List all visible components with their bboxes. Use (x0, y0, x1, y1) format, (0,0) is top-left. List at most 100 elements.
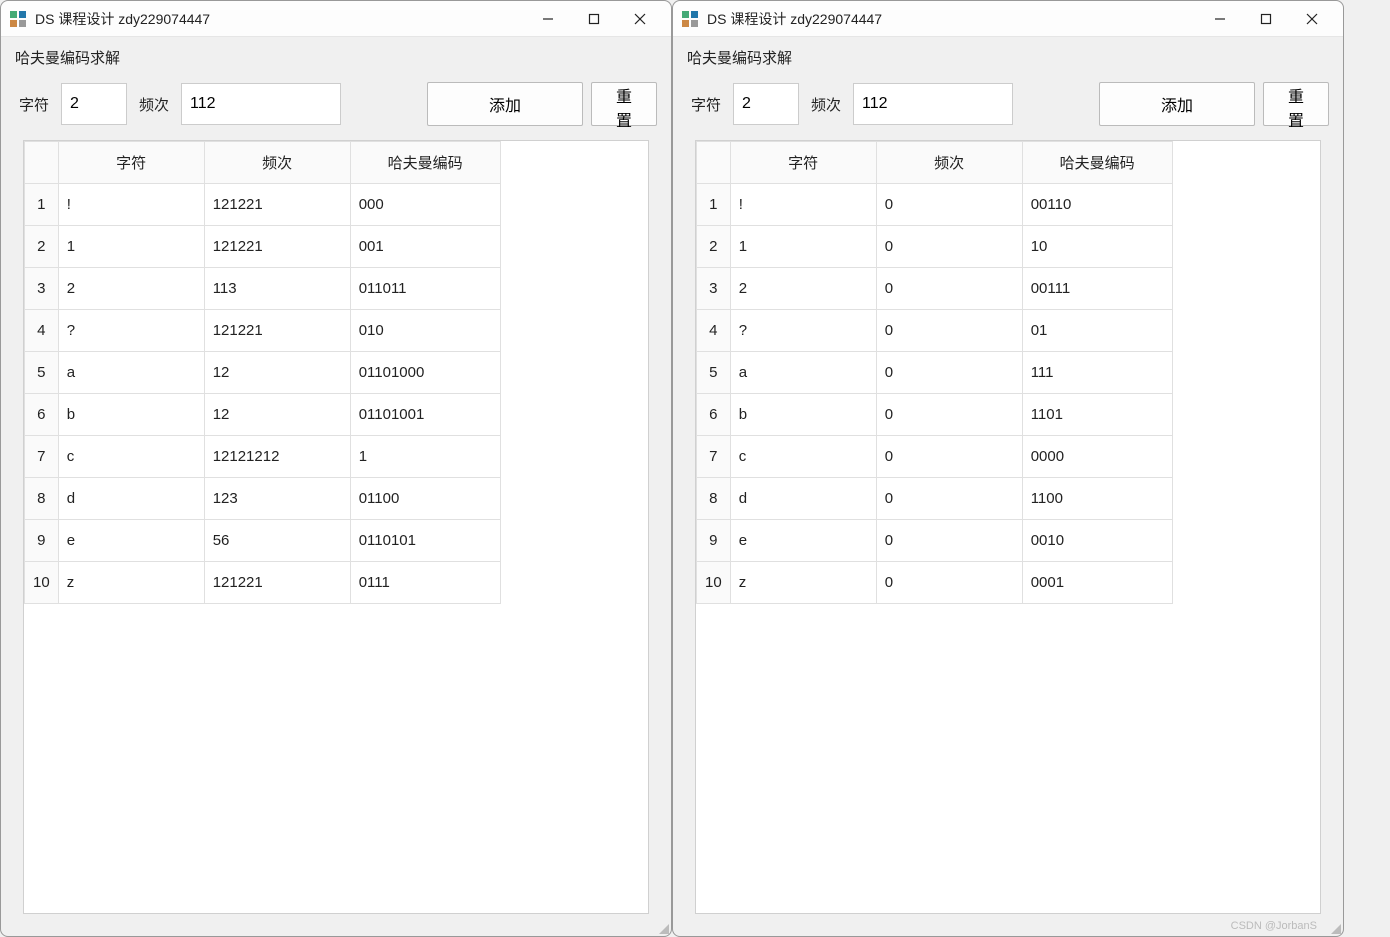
cell-freq[interactable]: 0 (876, 310, 1022, 352)
cell-freq[interactable]: 0 (876, 268, 1022, 310)
minimize-button[interactable] (1197, 3, 1243, 35)
cell-code[interactable]: 011011 (350, 268, 500, 310)
table-row[interactable]: 32113011011 (25, 268, 501, 310)
table-container[interactable]: 字符 频次 哈夫曼编码 1!00011021010320001114?0015a… (695, 140, 1321, 914)
cell-code[interactable]: 0010 (1022, 520, 1172, 562)
cell-code[interactable]: 111 (1022, 352, 1172, 394)
freq-input[interactable] (181, 83, 341, 125)
cell-freq[interactable]: 121221 (204, 226, 350, 268)
col-header-char[interactable]: 字符 (730, 142, 876, 184)
cell-char[interactable]: ! (58, 184, 204, 226)
cell-freq[interactable]: 0 (876, 520, 1022, 562)
char-input[interactable] (733, 83, 799, 125)
cell-char[interactable]: 2 (730, 268, 876, 310)
resize-grip-icon[interactable] (1327, 920, 1341, 934)
table-row[interactable]: 9e560110101 (25, 520, 501, 562)
cell-freq[interactable]: 12121212 (204, 436, 350, 478)
cell-code[interactable]: 1101 (1022, 394, 1172, 436)
cell-freq[interactable]: 121221 (204, 310, 350, 352)
reset-button[interactable]: 重置 (591, 82, 657, 126)
cell-char[interactable]: z (730, 562, 876, 604)
cell-code[interactable]: 00111 (1022, 268, 1172, 310)
maximize-button[interactable] (1243, 3, 1289, 35)
cell-code[interactable]: 0110101 (350, 520, 500, 562)
cell-code[interactable]: 0111 (350, 562, 500, 604)
cell-freq[interactable]: 123 (204, 478, 350, 520)
col-header-freq[interactable]: 频次 (876, 142, 1022, 184)
cell-code[interactable]: 0000 (1022, 436, 1172, 478)
cell-freq[interactable]: 56 (204, 520, 350, 562)
cell-code[interactable]: 01100 (350, 478, 500, 520)
titlebar[interactable]: DS 课程设计 zdy229074447 (1, 1, 671, 37)
cell-code[interactable]: 1100 (1022, 478, 1172, 520)
cell-code[interactable]: 0001 (1022, 562, 1172, 604)
cell-freq[interactable]: 0 (876, 352, 1022, 394)
table-row[interactable]: 4?001 (697, 310, 1173, 352)
cell-char[interactable]: z (58, 562, 204, 604)
cell-freq[interactable]: 0 (876, 478, 1022, 520)
cell-char[interactable]: b (730, 394, 876, 436)
table-row[interactable]: 10z00001 (697, 562, 1173, 604)
cell-freq[interactable]: 12 (204, 352, 350, 394)
maximize-button[interactable] (571, 3, 617, 35)
cell-freq[interactable]: 113 (204, 268, 350, 310)
table-container[interactable]: 字符 频次 哈夫曼编码 1!12122100021121221001321130… (23, 140, 649, 914)
table-row[interactable]: 5a1201101000 (25, 352, 501, 394)
table-row[interactable]: 10z1212210111 (25, 562, 501, 604)
col-header-freq[interactable]: 频次 (204, 142, 350, 184)
cell-freq[interactable]: 0 (876, 436, 1022, 478)
table-row[interactable]: 32000111 (697, 268, 1173, 310)
cell-char[interactable]: d (730, 478, 876, 520)
cell-freq[interactable]: 0 (876, 184, 1022, 226)
resize-grip-icon[interactable] (655, 920, 669, 934)
table-row[interactable]: 8d12301100 (25, 478, 501, 520)
cell-freq[interactable]: 0 (876, 562, 1022, 604)
table-row[interactable]: 5a0111 (697, 352, 1173, 394)
cell-freq[interactable]: 121221 (204, 562, 350, 604)
table-row[interactable]: 1!121221000 (25, 184, 501, 226)
cell-code[interactable]: 001 (350, 226, 500, 268)
cell-freq[interactable]: 0 (876, 394, 1022, 436)
table-row[interactable]: 7c00000 (697, 436, 1173, 478)
close-button[interactable] (617, 3, 663, 35)
table-row[interactable]: 21121221001 (25, 226, 501, 268)
char-input[interactable] (61, 83, 127, 125)
col-header-char[interactable]: 字符 (58, 142, 204, 184)
table-row[interactable]: 6b1201101001 (25, 394, 501, 436)
cell-code[interactable]: 000 (350, 184, 500, 226)
cell-code[interactable]: 010 (350, 310, 500, 352)
cell-code[interactable]: 00110 (1022, 184, 1172, 226)
table-row[interactable]: 4?121221010 (25, 310, 501, 352)
cell-code[interactable]: 01 (1022, 310, 1172, 352)
cell-char[interactable]: e (730, 520, 876, 562)
table-row[interactable]: 9e00010 (697, 520, 1173, 562)
cell-char[interactable]: d (58, 478, 204, 520)
cell-code[interactable]: 01101001 (350, 394, 500, 436)
close-button[interactable] (1289, 3, 1335, 35)
cell-char[interactable]: a (58, 352, 204, 394)
cell-char[interactable]: c (58, 436, 204, 478)
cell-freq[interactable]: 0 (876, 226, 1022, 268)
col-header-code[interactable]: 哈夫曼编码 (1022, 142, 1172, 184)
cell-char[interactable]: 1 (58, 226, 204, 268)
cell-code[interactable]: 1 (350, 436, 500, 478)
cell-char[interactable]: c (730, 436, 876, 478)
minimize-button[interactable] (525, 3, 571, 35)
table-row[interactable]: 21010 (697, 226, 1173, 268)
col-header-code[interactable]: 哈夫曼编码 (350, 142, 500, 184)
freq-input[interactable] (853, 83, 1013, 125)
cell-code[interactable]: 10 (1022, 226, 1172, 268)
cell-freq[interactable]: 12 (204, 394, 350, 436)
reset-button[interactable]: 重置 (1263, 82, 1329, 126)
cell-char[interactable]: ? (730, 310, 876, 352)
cell-char[interactable]: a (730, 352, 876, 394)
table-row[interactable]: 1!000110 (697, 184, 1173, 226)
cell-code[interactable]: 01101000 (350, 352, 500, 394)
cell-char[interactable]: ? (58, 310, 204, 352)
table-row[interactable]: 6b01101 (697, 394, 1173, 436)
cell-char[interactable]: e (58, 520, 204, 562)
cell-char[interactable]: 2 (58, 268, 204, 310)
table-row[interactable]: 7c121212121 (25, 436, 501, 478)
cell-char[interactable]: b (58, 394, 204, 436)
cell-char[interactable]: ! (730, 184, 876, 226)
